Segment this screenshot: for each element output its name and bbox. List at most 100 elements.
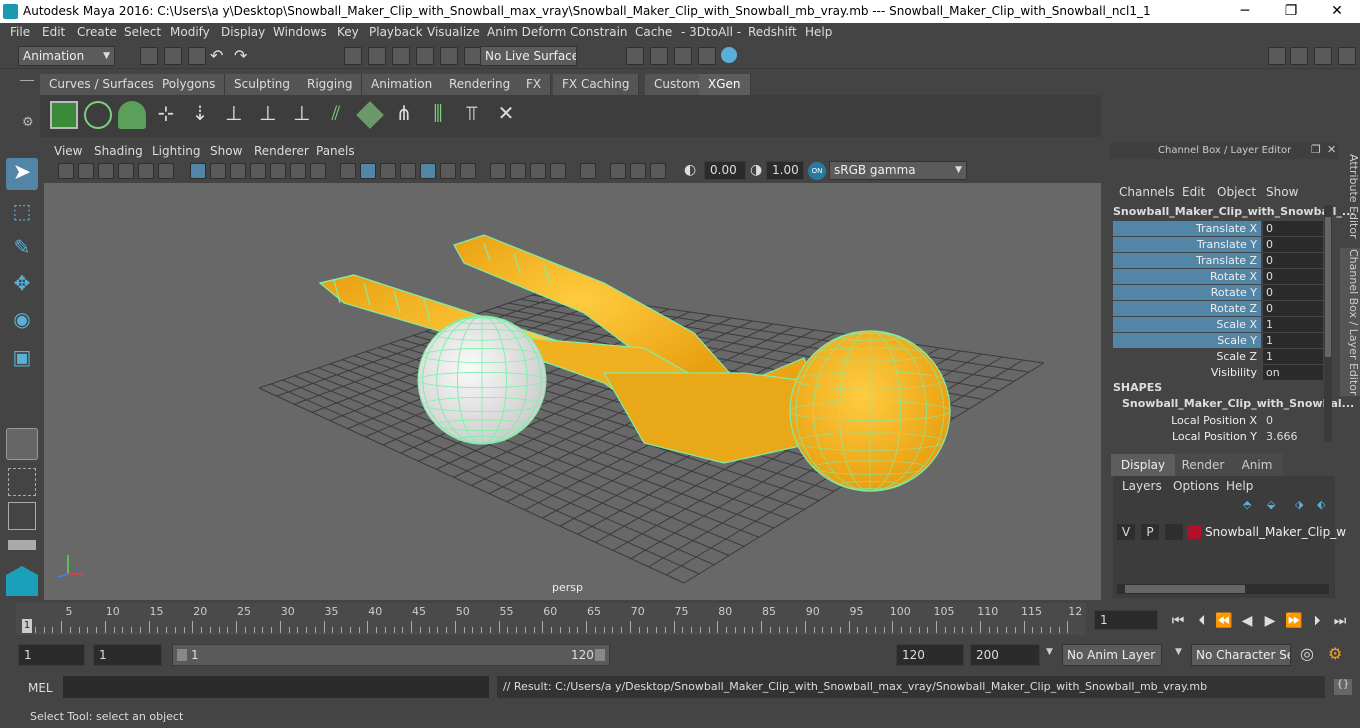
channel-value[interactable]: 0 [1263,269,1323,284]
goto-end-icon[interactable]: ⏭ [1331,612,1349,630]
layer-visibility-toggle[interactable]: V [1117,524,1135,540]
toggle-channelbox-icon[interactable] [1338,47,1356,65]
xray-components-icon[interactable] [650,163,666,179]
current-time-indicator[interactable]: 1 [22,619,32,633]
toggle-attribute-icon[interactable] [1314,47,1332,65]
new-layer-icon[interactable]: ⬗ [1295,498,1303,511]
mel-label[interactable]: MEL [28,681,53,695]
channel-row[interactable]: Rotate Y0 [1113,285,1323,301]
play-backwards-icon[interactable]: ◀ [1238,612,1256,630]
render-settings-icon[interactable] [626,47,644,65]
channel-row[interactable]: Scale X1 [1113,317,1323,333]
render-view-icon[interactable] [698,47,716,65]
resolution-gate-icon[interactable] [230,163,246,179]
guide-visibility-icon[interactable]: ⊥ [254,101,282,129]
range-slider-start-handle[interactable] [177,649,187,661]
save-scene-icon[interactable] [188,47,206,65]
grid-toggle-icon[interactable] [190,163,206,179]
attribute-editor-tab[interactable]: Attribute Editor [1340,150,1360,242]
four-view-layout-icon[interactable] [8,468,36,496]
ambient-occlusion-icon[interactable] [490,163,506,179]
bookmark-icon[interactable] [98,163,114,179]
workspace-icon[interactable] [1268,47,1286,65]
menu-file[interactable]: File [10,25,30,39]
shelf-settings-gear-icon[interactable]: ⚙ [22,115,34,130]
smooth-shade-icon[interactable] [360,163,376,179]
cb-menu-object[interactable]: Object [1217,185,1256,199]
film-gate-icon[interactable] [210,163,226,179]
character-set-dropdown[interactable]: No Character Set [1191,644,1291,666]
step-back-key-icon[interactable]: ⏪ [1215,612,1233,630]
two-view-layout-icon[interactable] [8,502,36,530]
textured-icon[interactable] [420,163,436,179]
menu-3dtoall[interactable]: - 3DtoAll - [681,25,741,39]
shelf-tab-polygons[interactable]: Polygons [153,74,226,95]
move-layer-down-icon[interactable]: ⬙ [1267,498,1275,511]
shelf-menu-icon[interactable] [20,80,34,81]
playback-start-field[interactable]: 1 [93,644,162,666]
groom-comb-icon[interactable]: ⫪ [458,101,486,129]
shape-channel-row[interactable]: Local Position Y 3.666 [1113,429,1321,445]
use-lights-icon[interactable] [440,163,456,179]
menu-anim-deform[interactable]: Anim Deform [487,25,566,39]
animation-end-field[interactable]: 200 [970,644,1040,666]
current-frame-field[interactable]: 1 [1094,610,1158,630]
channel-value[interactable]: 0 [1263,285,1323,300]
shelf-tab-animation[interactable]: Animation [362,74,443,95]
menu-playback[interactable]: Playback [369,25,423,39]
menu-cache[interactable]: Cache [635,25,672,39]
xray-joints-icon[interactable] [630,163,646,179]
depth-of-field-icon[interactable] [550,163,566,179]
scale-tool-icon[interactable]: ▣ [6,342,38,374]
outliner-layout-icon[interactable] [8,540,36,550]
viewport-3d[interactable]: persp [44,183,1101,600]
float-panel-icon[interactable]: ❐ [1311,143,1321,156]
shelf-tab-rendering[interactable]: Rendering [440,74,521,95]
layer-color-swatch[interactable] [1187,525,1201,539]
close-panel-icon[interactable]: ✕ [1327,143,1336,156]
toggle-sidebar-icon[interactable] [1290,47,1308,65]
layer-hscrollbar[interactable] [1117,584,1329,594]
channel-value[interactable]: 3.666 [1263,429,1323,444]
layer-row[interactable]: V P Snowball_Maker_Clip_w [1115,522,1346,544]
chevron-down-icon[interactable]: ▼ [1175,647,1182,657]
xgen-preview-icon[interactable] [84,101,112,129]
layer-tab-render[interactable]: Render [1175,454,1231,476]
redo-icon[interactable]: ↷ [234,46,247,65]
channel-row[interactable]: Scale Y1 [1113,333,1323,349]
channel-row[interactable]: Translate Z0 [1113,253,1323,269]
menu-redshift[interactable]: Redshift [748,25,797,39]
channel-value[interactable]: on [1263,365,1323,380]
layer-menu-help[interactable]: Help [1226,479,1253,493]
channel-value[interactable]: 1 [1263,349,1323,364]
anti-aliasing-icon[interactable] [530,163,546,179]
channel-row[interactable]: Translate Y0 [1113,237,1323,253]
gamma-field[interactable]: 1.00 [766,161,804,180]
menu-modify[interactable]: Modify [170,25,210,39]
camera-attributes-icon[interactable] [78,163,94,179]
step-forward-frame-icon[interactable]: ⏵ [1308,612,1326,630]
mel-input[interactable] [63,676,489,698]
open-scene-icon[interactable] [164,47,182,65]
channel-row[interactable]: Visibility on [1113,365,1323,381]
goto-start-icon[interactable]: ⏮ [1169,612,1187,630]
groom-grid-icon[interactable] [356,101,384,129]
layer-display-type[interactable] [1165,524,1183,540]
menu-display[interactable]: Display [221,25,265,39]
play-forwards-icon[interactable]: ▶ [1261,612,1279,630]
shelf-tab-rigging[interactable]: Rigging [298,74,363,95]
auto-key-icon[interactable]: ◎ [1300,644,1314,663]
menu-help[interactable]: Help [805,25,832,39]
layer-tab-anim[interactable]: Anim [1231,454,1283,476]
grease-pencil-icon[interactable] [158,163,174,179]
cb-menu-channels[interactable]: Channels [1119,185,1175,199]
channel-value[interactable]: 0 [1263,237,1323,252]
menu-windows[interactable]: Windows [273,25,327,39]
range-slider[interactable]: 1 120 [172,644,610,666]
guide-plus-icon[interactable]: ⊥ [220,101,248,129]
channel-value[interactable]: 0 [1263,253,1323,268]
channelbox-scrollbar[interactable] [1324,205,1332,441]
layer-menu-layers[interactable]: Layers [1122,479,1162,493]
cb-menu-edit[interactable]: Edit [1182,185,1205,199]
chevron-down-icon[interactable]: ▼ [1046,647,1053,657]
